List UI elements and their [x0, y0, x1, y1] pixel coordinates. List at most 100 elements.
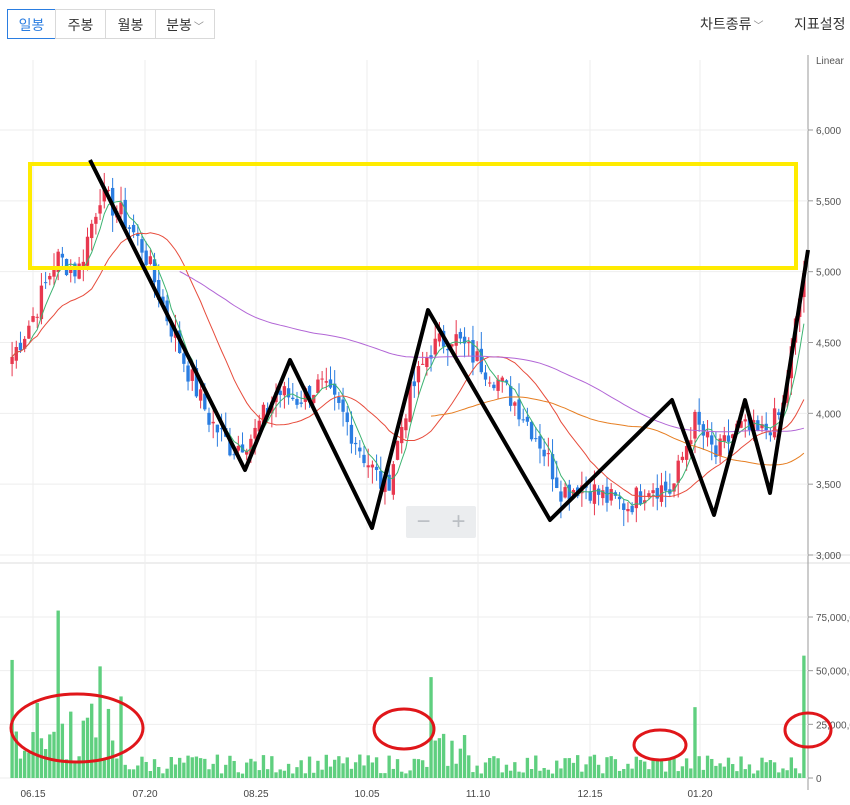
candle [722, 435, 726, 442]
volume-bar [211, 763, 215, 778]
volume-bar [18, 758, 23, 778]
volume-bar [710, 758, 714, 778]
candle [48, 275, 52, 280]
candle [349, 424, 354, 444]
candle [705, 431, 710, 438]
volume-bar [144, 761, 148, 778]
volume-bar [793, 768, 798, 778]
volume-bar [312, 772, 316, 778]
candle [546, 453, 551, 455]
candle [416, 366, 421, 383]
volume-tick-label: 75,000,0 [816, 613, 850, 624]
candle [768, 432, 773, 436]
volume-bar [328, 766, 333, 778]
candle [638, 491, 643, 504]
volume-bar [94, 737, 98, 778]
volume-bar [508, 770, 513, 778]
volume-bar [617, 770, 622, 778]
volume-bar [697, 756, 701, 778]
candle [27, 325, 31, 339]
volume-bar [563, 758, 567, 778]
volume-bar [731, 764, 735, 778]
volume-bars [10, 610, 806, 778]
volume-bar [173, 764, 178, 778]
volume-bar [425, 766, 429, 778]
candle [370, 464, 375, 468]
stock-chart[interactable]: 3,000 3,500 4,000 4,500 5,000 5,500 6,000 Linea… [0, 50, 850, 805]
volume-bar [349, 768, 354, 778]
volume-bar [265, 769, 270, 778]
candle [182, 353, 186, 364]
candle [10, 356, 14, 364]
volume-bar [630, 768, 634, 778]
candle [395, 440, 400, 460]
volume-bar [500, 772, 504, 778]
volume-bar [48, 734, 52, 778]
zoom-out-button[interactable]: − [406, 506, 441, 538]
candle [651, 490, 655, 494]
volume-bar [525, 757, 530, 778]
candle [35, 316, 39, 318]
volume-bar [462, 735, 467, 778]
volume-bar [286, 763, 291, 778]
volume-bar [613, 759, 618, 778]
volume-bar [647, 769, 651, 778]
volume-bar [257, 770, 261, 778]
y-tick-label: 5,500 [816, 197, 841, 208]
tab-minute[interactable]: 분봉 ﹀ [155, 9, 215, 39]
volume-bar [743, 769, 747, 778]
zoom-control: − + [406, 506, 476, 538]
candle [320, 378, 324, 380]
zoom-in-button[interactable]: + [441, 506, 476, 538]
tab-minute-label: 분봉 [166, 17, 192, 33]
volume-bar [638, 759, 643, 778]
volume-bar [580, 771, 584, 778]
volume-bar [324, 754, 328, 778]
x-tick-label: 06.15 [20, 789, 45, 800]
x-tick-label: 12.15 [577, 789, 602, 800]
volume-bar [219, 773, 224, 778]
chart-type-label: 차트종류 [700, 16, 752, 32]
volume-bar [622, 769, 626, 778]
volume-bar [215, 754, 220, 778]
chevron-down-icon: ﹀ [753, 21, 764, 32]
candle [697, 411, 701, 425]
volume-bar [534, 755, 538, 778]
volume-bar [387, 755, 391, 778]
volume-bar [680, 766, 685, 778]
tab-weekly[interactable]: 주봉 [55, 9, 106, 39]
indicator-settings-menu[interactable]: 지표설정 [794, 9, 846, 39]
volume-bar [152, 759, 157, 778]
candle [492, 384, 496, 389]
x-tick-label: 07.20 [132, 789, 157, 800]
volume-bar [157, 766, 161, 778]
volume-bar [798, 773, 802, 778]
tab-monthly[interactable]: 월봉 [105, 9, 156, 39]
volume-bar [182, 762, 186, 778]
candle [458, 331, 463, 339]
candle [596, 488, 601, 495]
volume-bar [538, 770, 542, 778]
candle [207, 412, 211, 425]
chart-type-menu[interactable]: 차트종류 ﹀ [700, 9, 764, 39]
volume-bar [517, 771, 521, 778]
candle [630, 505, 634, 513]
candle [353, 442, 358, 445]
volume-bar [198, 758, 203, 778]
volume-bar [450, 740, 454, 778]
volume-bar [291, 773, 295, 778]
volume-bar [270, 756, 274, 778]
candle [295, 399, 299, 405]
candle [726, 435, 731, 442]
volume-bar [136, 765, 140, 778]
candle [756, 420, 760, 431]
candle [542, 449, 546, 457]
candle [282, 386, 287, 396]
candle [358, 447, 362, 452]
volume-bar [362, 765, 366, 778]
candle [324, 381, 328, 383]
volume-bar [420, 760, 425, 778]
candle [488, 382, 492, 384]
volume-bar [651, 758, 655, 778]
tab-daily[interactable]: 일봉 [7, 9, 56, 39]
